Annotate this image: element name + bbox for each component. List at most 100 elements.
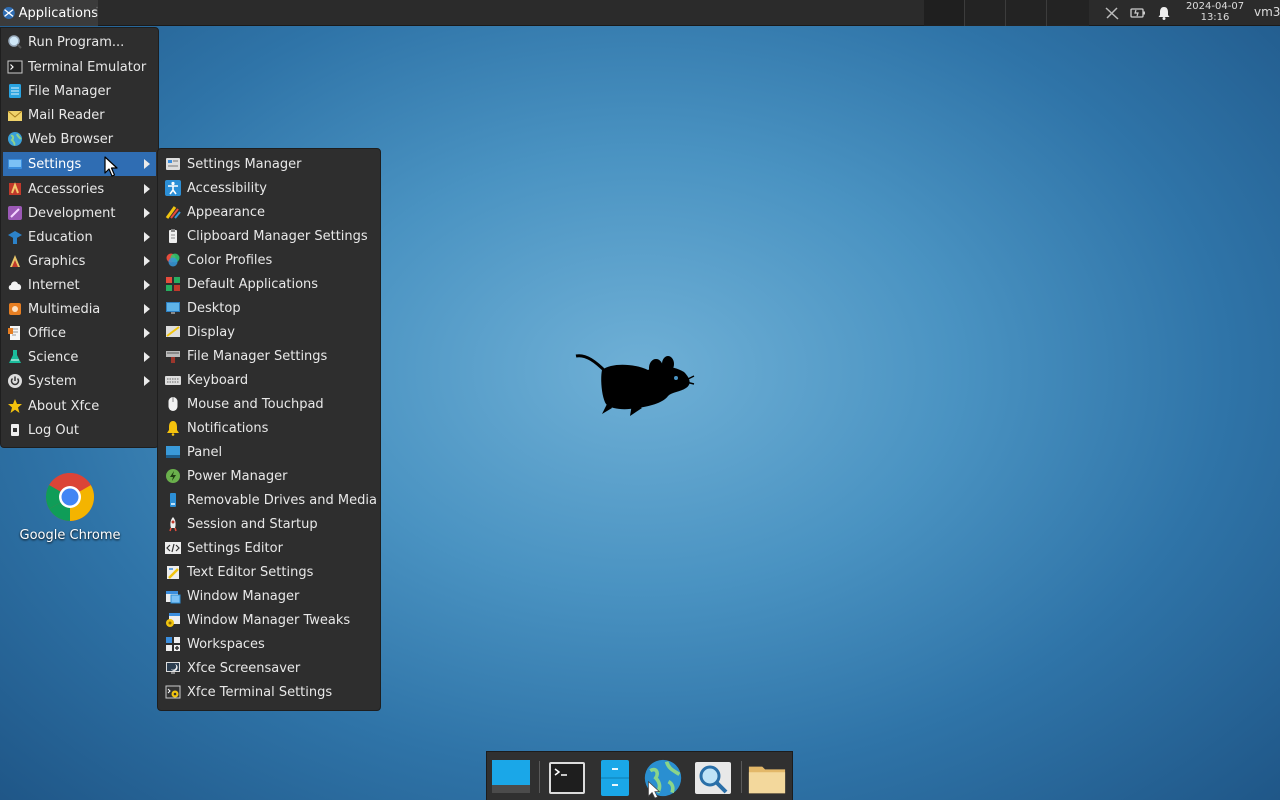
notification-bell-icon[interactable] xyxy=(1156,5,1172,21)
submenu-item-power-manager[interactable]: Power Manager xyxy=(160,464,378,488)
menu-item-system[interactable]: System xyxy=(3,369,156,393)
globe-icon xyxy=(7,131,23,147)
file-manager-icon xyxy=(7,83,23,99)
submenu-item-workspaces[interactable]: Workspaces xyxy=(160,632,378,656)
window-manager-icon xyxy=(165,588,181,604)
menu-item-about-xfce[interactable]: About Xfce xyxy=(3,394,156,418)
submenu-item-label: Accessibility xyxy=(187,180,267,196)
submenu-item-display[interactable]: Display xyxy=(160,320,378,344)
graphics-icon xyxy=(7,253,23,269)
panel-handle-icon[interactable]: ⋮ xyxy=(92,6,102,17)
submenu-item-xfce-terminal-settings[interactable]: Xfce Terminal Settings xyxy=(160,680,378,704)
clock-date: 2024-04-07 xyxy=(1185,1,1245,12)
menu-item-log-out[interactable]: Log Out xyxy=(3,418,156,442)
menu-item-file-manager[interactable]: File Manager xyxy=(3,79,156,103)
menu-item-science[interactable]: Science xyxy=(3,345,156,369)
menu-item-internet[interactable]: Internet xyxy=(3,273,156,297)
color-profiles-icon xyxy=(165,252,181,268)
submenu-item-default-applications[interactable]: Default Applications xyxy=(160,272,378,296)
settings-icon xyxy=(7,156,23,172)
screensaver-icon xyxy=(165,660,181,676)
submenu-item-label: Desktop xyxy=(187,300,241,316)
submenu-item-label: File Manager Settings xyxy=(187,348,328,364)
submenu-item-label: Keyboard xyxy=(187,372,249,388)
applications-menu: Run Program... Terminal Emulator File Ma… xyxy=(0,27,159,448)
settings-submenu: Settings Manager Accessibility Appearanc… xyxy=(157,148,381,711)
menu-item-multimedia[interactable]: Multimedia xyxy=(3,297,156,321)
network-disconnected-icon[interactable] xyxy=(1104,5,1120,21)
menu-item-web-browser[interactable]: Web Browser xyxy=(3,127,156,151)
workspace-4[interactable] xyxy=(1047,0,1089,26)
development-icon xyxy=(7,205,23,221)
applications-label: Applications xyxy=(18,5,98,21)
logout-icon xyxy=(7,422,23,438)
menu-item-label: Office xyxy=(28,325,66,341)
clock[interactable]: 2024-04-07 13:16 xyxy=(1183,1,1247,23)
menu-item-label: About Xfce xyxy=(28,398,100,414)
battery-icon[interactable] xyxy=(1130,5,1146,21)
submenu-item-session-and-startup[interactable]: Session and Startup xyxy=(160,512,378,536)
submenu-item-label: Window Manager xyxy=(187,588,300,604)
menu-item-development[interactable]: Development xyxy=(3,201,156,225)
office-icon xyxy=(7,325,23,341)
menu-item-terminal-emulator[interactable]: Terminal Emulator xyxy=(3,55,156,79)
app-finder-icon xyxy=(695,762,731,794)
submenu-item-xfce-screensaver[interactable]: Xfce Screensaver xyxy=(160,656,378,680)
submenu-item-settings-editor[interactable]: Settings Editor xyxy=(160,536,378,560)
submenu-arrow-icon xyxy=(144,352,150,362)
hostname-label[interactable]: vm3 xyxy=(1254,5,1280,19)
submenu-item-color-profiles[interactable]: Color Profiles xyxy=(160,248,378,272)
submenu-item-accessibility[interactable]: Accessibility xyxy=(160,176,378,200)
submenu-item-settings-manager[interactable]: Settings Manager xyxy=(160,152,378,176)
submenu-item-window-manager-tweaks[interactable]: Window Manager Tweaks xyxy=(160,608,378,632)
terminal-settings-icon xyxy=(165,684,181,700)
menu-item-education[interactable]: Education xyxy=(3,225,156,249)
submenu-item-text-editor-settings[interactable]: Text Editor Settings xyxy=(160,560,378,584)
menu-item-run-program[interactable]: Run Program... xyxy=(3,30,156,54)
menu-item-accessories[interactable]: Accessories xyxy=(3,177,156,201)
dock-web-browser[interactable] xyxy=(643,758,683,799)
web-browser-icon xyxy=(644,759,682,799)
menu-item-office[interactable]: Office xyxy=(3,321,156,345)
desktop-icon xyxy=(165,300,181,316)
bottom-dock xyxy=(486,751,793,800)
workspace-1[interactable] xyxy=(924,0,964,26)
star-icon xyxy=(7,398,23,414)
submenu-item-mouse-and-touchpad[interactable]: Mouse and Touchpad xyxy=(160,392,378,416)
menu-item-settings[interactable]: Settings xyxy=(3,152,156,176)
folder-icon xyxy=(748,766,786,794)
dock-terminal[interactable] xyxy=(547,758,587,798)
menu-item-graphics[interactable]: Graphics xyxy=(3,249,156,273)
submenu-item-notifications[interactable]: Notifications xyxy=(160,416,378,440)
clock-time: 13:16 xyxy=(1200,12,1230,23)
submenu-item-file-manager-settings[interactable]: File Manager Settings xyxy=(160,344,378,368)
applications-menu-button[interactable]: Applications ⋮ xyxy=(0,0,102,26)
workspace-2[interactable] xyxy=(965,0,1005,26)
menu-item-label: Accessories xyxy=(28,181,105,197)
dock-file-manager[interactable] xyxy=(595,758,635,798)
dock-folder[interactable] xyxy=(747,758,787,798)
submenu-item-removable-drives-and-media[interactable]: Removable Drives and Media xyxy=(160,488,378,512)
submenu-item-panel[interactable]: Panel xyxy=(160,440,378,464)
submenu-item-label: Clipboard Manager Settings xyxy=(187,228,368,244)
menu-item-label: Science xyxy=(28,349,79,365)
submenu-item-desktop[interactable]: Desktop xyxy=(160,296,378,320)
submenu-arrow-icon xyxy=(144,184,150,194)
clipboard-icon xyxy=(165,228,181,244)
submenu-item-label: Xfce Screensaver xyxy=(187,660,301,676)
display-icon xyxy=(165,324,181,340)
submenu-item-label: Display xyxy=(187,324,235,340)
dock-show-desktop[interactable] xyxy=(491,758,531,798)
submenu-item-clipboard-manager-settings[interactable]: Clipboard Manager Settings xyxy=(160,224,378,248)
workspace-3[interactable] xyxy=(1006,0,1046,26)
submenu-item-window-manager[interactable]: Window Manager xyxy=(160,584,378,608)
submenu-item-label: Workspaces xyxy=(187,636,265,652)
cloud-icon xyxy=(7,277,23,293)
run-icon xyxy=(7,34,23,50)
desktop-icon-google-chrome[interactable]: Google Chrome xyxy=(16,470,124,543)
submenu-item-appearance[interactable]: Appearance xyxy=(160,200,378,224)
submenu-item-keyboard[interactable]: Keyboard xyxy=(160,368,378,392)
dock-app-finder[interactable] xyxy=(693,758,733,798)
menu-item-label: System xyxy=(28,373,77,389)
menu-item-mail-reader[interactable]: Mail Reader xyxy=(3,103,156,127)
